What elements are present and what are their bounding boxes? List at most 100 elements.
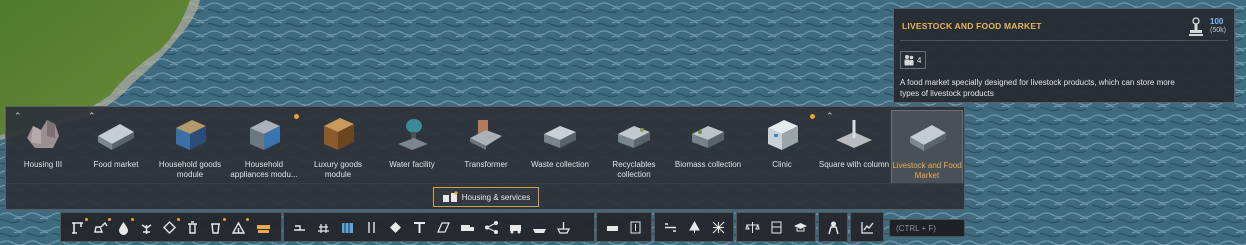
toolbar-group-5 xyxy=(736,212,816,242)
road-icon[interactable] xyxy=(663,220,678,235)
storage-icon[interactable] xyxy=(340,220,355,235)
build-item-household-appliances[interactable]: Household appliances modu... xyxy=(228,110,300,184)
build-item-water-facility[interactable]: Water facility xyxy=(376,110,448,184)
harbor-icon[interactable] xyxy=(556,220,571,235)
search-input[interactable]: (CTRL + F) xyxy=(889,219,965,237)
workers-icon xyxy=(904,55,914,66)
build-item-luxury-goods[interactable]: Luxury goods module xyxy=(302,110,374,184)
search-placeholder: (CTRL + F) xyxy=(896,223,936,233)
conveyor-icon[interactable] xyxy=(292,220,307,235)
build-item-waste-collection[interactable]: Waste collection xyxy=(524,110,596,184)
pipe-icon[interactable] xyxy=(364,220,379,235)
recycle-bin-icon[interactable] xyxy=(208,220,223,235)
housing-iii-icon xyxy=(27,120,59,148)
new-indicator-icon xyxy=(810,114,815,119)
construction-cost-icon xyxy=(1189,17,1203,36)
build-item-label: Household appliances modu... xyxy=(230,160,298,179)
ship-icon[interactable] xyxy=(532,220,547,235)
build-item-square-with-column[interactable]: Square with column xyxy=(818,110,890,184)
tent-icon[interactable] xyxy=(231,220,246,235)
build-item-household-goods[interactable]: Household goods module xyxy=(154,110,226,184)
transformer-icon xyxy=(470,120,502,150)
tooltip-divider xyxy=(900,40,1228,41)
luxury-goods-icon xyxy=(324,118,354,150)
toolbar-group-2 xyxy=(283,212,595,242)
toolbar-group-1 xyxy=(60,212,282,242)
build-panel: ⌃ ⌃ ⌃ Housing III Food market Household … xyxy=(5,106,965,210)
workers-count: 4 xyxy=(917,55,922,65)
biomass-collection-icon xyxy=(692,126,724,148)
build-item-livestock-food-market[interactable]: Livestock and Food Market xyxy=(891,110,963,184)
tooltip-title: LIVESTOCK AND FOOD MARKET xyxy=(902,21,1042,31)
build-item-transformer[interactable]: Transformer xyxy=(450,110,522,184)
toolbar-group-4 xyxy=(654,212,734,242)
water-tower-icon xyxy=(398,119,428,150)
clinic-icon xyxy=(768,120,798,150)
indicator-dot xyxy=(246,218,249,221)
statistics-icon[interactable] xyxy=(860,220,875,235)
build-item-label: Household goods module xyxy=(158,160,222,179)
waste-collection-icon xyxy=(544,126,576,148)
vehicle-icon[interactable] xyxy=(605,220,620,235)
toolbar-group-7 xyxy=(850,212,884,242)
food-market-icon xyxy=(98,124,134,150)
scales-icon[interactable] xyxy=(745,220,760,235)
build-item-label: Luxury goods module xyxy=(313,160,363,179)
plant-icon[interactable] xyxy=(139,220,154,235)
build-item-label: Waste collection xyxy=(531,160,589,169)
rail-icon[interactable] xyxy=(316,220,331,235)
indicator-dot xyxy=(177,218,180,221)
build-item-clinic[interactable]: Clinic xyxy=(746,110,818,184)
indicator-dot xyxy=(131,218,134,221)
toolbar-group-6 xyxy=(818,212,848,242)
household-appliances-icon xyxy=(250,120,280,150)
toolbar-group-3 xyxy=(596,212,652,242)
recyclables-collection-icon xyxy=(618,126,650,148)
category-label: Housing & services xyxy=(461,192,531,202)
build-item-food-market[interactable]: Food market xyxy=(80,110,152,184)
indicator-dot xyxy=(108,218,111,221)
solar-panel-icon[interactable] xyxy=(436,220,451,235)
train-icon[interactable] xyxy=(508,220,523,235)
livestock-food-market-icon xyxy=(910,125,946,151)
square-column-icon xyxy=(836,120,872,148)
indicator-dot xyxy=(85,218,88,221)
build-item-biomass-collection[interactable]: Biomass collection xyxy=(672,110,744,184)
crane-icon[interactable] xyxy=(70,220,85,235)
build-item-label: Water facility xyxy=(389,160,435,169)
network-icon[interactable] xyxy=(484,220,499,235)
vehicle-depot-icon[interactable] xyxy=(388,220,403,235)
grid-pattern-icon[interactable] xyxy=(711,220,726,235)
indicator-dot xyxy=(223,218,226,221)
build-item-label: Livestock and Food Market xyxy=(892,161,962,180)
workers-badge: 4 xyxy=(900,51,926,69)
graduation-cap-icon[interactable] xyxy=(793,220,808,235)
build-item-label: Food market xyxy=(93,160,139,169)
trash-icon[interactable] xyxy=(185,220,200,235)
build-item-label: Square with column xyxy=(818,160,890,169)
tree-icon[interactable] xyxy=(687,220,702,235)
housing-services-icon[interactable] xyxy=(256,220,271,235)
tooltip-cost: 100 xyxy=(1210,17,1224,26)
worker-icon[interactable] xyxy=(826,220,841,235)
excavator-icon[interactable] xyxy=(93,220,108,235)
build-item-label: Biomass collection xyxy=(674,160,742,169)
diamond-icon[interactable] xyxy=(162,220,177,235)
category-bar: Housing & services xyxy=(6,183,964,210)
water-drop-icon[interactable] xyxy=(116,220,131,235)
truck-icon[interactable] xyxy=(460,220,475,235)
build-item-label: Transformer xyxy=(464,160,508,169)
housing-category-icon xyxy=(442,191,458,202)
category-housing-services-button[interactable]: Housing & services xyxy=(433,187,539,207)
build-item-label: Clinic xyxy=(772,160,792,169)
build-item-recyclables-collection[interactable]: Recyclables collection xyxy=(598,110,670,184)
build-item-housing-iii[interactable]: Housing III xyxy=(7,110,79,184)
build-item-label: Housing III xyxy=(23,160,63,169)
building-tooltip: LIVESTOCK AND FOOD MARKET 100 (50k) 4 A … xyxy=(893,8,1235,103)
elevator-icon[interactable] xyxy=(628,220,643,235)
household-goods-icon xyxy=(176,120,206,150)
building-icon[interactable] xyxy=(769,220,784,235)
new-indicator-icon xyxy=(294,114,299,119)
tower-icon[interactable] xyxy=(412,220,427,235)
build-item-label: Recyclables collection xyxy=(612,160,656,179)
